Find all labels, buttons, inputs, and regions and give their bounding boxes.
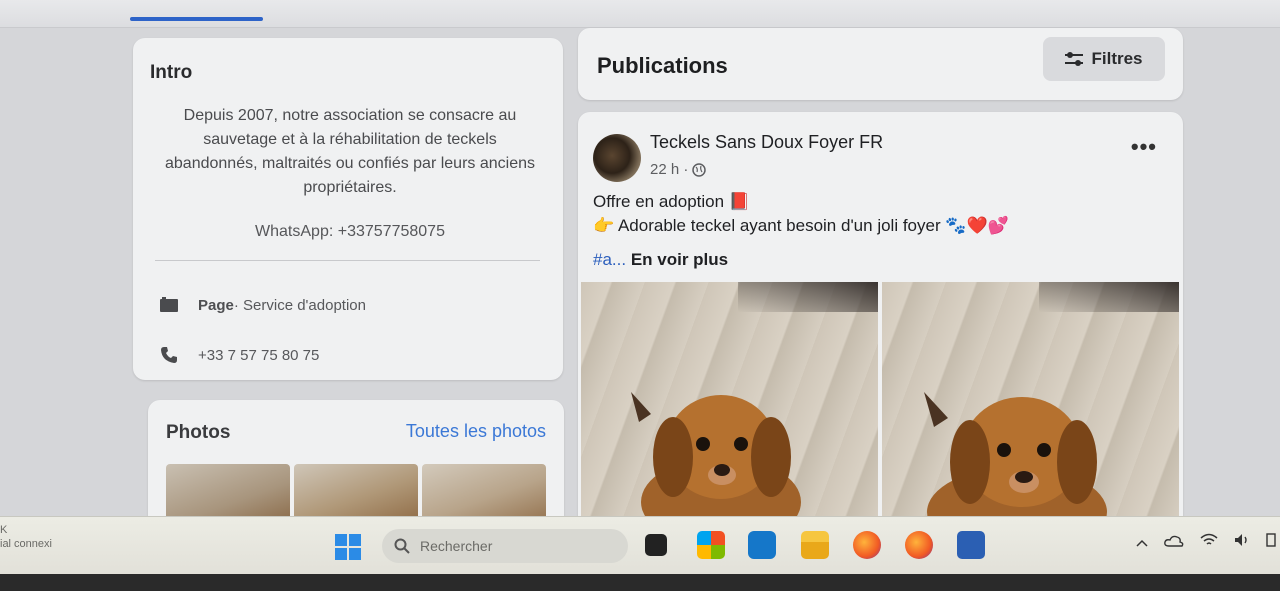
photo-thumbnails (166, 464, 546, 524)
photo-thumbnail[interactable] (422, 464, 546, 524)
profile-page: Intro Depuis 2007, notre association se … (0, 28, 1280, 540)
publications-title: Publications (597, 53, 728, 78)
photos-title: Photos (166, 422, 231, 443)
intro-divider (155, 260, 540, 261)
page-category: · Service d'adoption (233, 296, 366, 314)
taskbar-left-line-1: K (0, 524, 8, 536)
cloud-icon[interactable] (1164, 534, 1184, 550)
page-label: Page (198, 296, 234, 314)
battery-icon[interactable] (1266, 533, 1276, 550)
windows-taskbar: K ial connexi Rechercher (0, 516, 1280, 574)
intro-title: Intro (150, 62, 193, 83)
volume-icon[interactable] (1234, 533, 1250, 550)
microsoft-store-icon[interactable] (697, 531, 725, 559)
post-images (581, 282, 1179, 532)
post-card: Teckels Sans Doux Foyer FR 22 h · ••• Of… (578, 112, 1183, 532)
hashtag-link[interactable]: #a... (593, 250, 626, 269)
intro-bio: Depuis 2007, notre association se consac… (165, 107, 535, 196)
post-meta: 22 h · (650, 161, 707, 178)
file-explorer-icon[interactable] (801, 531, 829, 559)
post-options-icon[interactable]: ••• (1131, 134, 1157, 160)
flag-icon (158, 296, 180, 314)
image-shadow (1039, 282, 1179, 312)
page-avatar[interactable] (593, 134, 641, 182)
sliders-icon (1065, 52, 1084, 66)
post-image[interactable] (882, 282, 1179, 532)
intro-whatsapp: WhatsApp: +33757758075 (255, 223, 445, 240)
wifi-icon[interactable] (1200, 533, 1218, 550)
intro-card: Intro Depuis 2007, notre association se … (133, 38, 563, 380)
page-category-row: Page · Service d'adoption (158, 296, 366, 314)
post-author[interactable]: Teckels Sans Doux Foyer FR (650, 132, 883, 153)
firefox-icon-2[interactable] (905, 531, 933, 559)
task-view-icon[interactable] (645, 534, 667, 556)
puppy-illustration (631, 392, 801, 532)
filters-button[interactable]: Filtres (1043, 37, 1165, 81)
taskbar-search[interactable]: Rechercher (382, 529, 628, 563)
all-photos-link[interactable]: Toutes les photos (406, 421, 546, 442)
screen-bezel (0, 574, 1280, 591)
taskbar-left-text: K ial connexi (0, 523, 52, 551)
filters-label: Filtres (1091, 49, 1143, 68)
browser-tab-strip (0, 0, 1280, 28)
post-text-line-1: Offre en adoption 📕 (593, 192, 750, 211)
phone-icon (158, 346, 180, 364)
chevron-up-icon[interactable] (1136, 534, 1148, 550)
search-icon (394, 538, 410, 554)
active-tab-indicator (130, 17, 263, 21)
photo-thumbnail[interactable] (166, 464, 290, 524)
see-more-link[interactable]: En voir plus (626, 250, 728, 269)
phone-number[interactable]: +33 7 57 75 80 75 (198, 347, 319, 364)
system-tray (1136, 533, 1280, 550)
post-time[interactable]: 22 h · (650, 161, 688, 178)
firefox-icon[interactable] (853, 531, 881, 559)
post-image[interactable] (581, 282, 878, 532)
windows-start-icon[interactable] (335, 534, 361, 560)
photo-thumbnail[interactable] (294, 464, 418, 524)
taskbar-left-line-2: ial connexi (0, 538, 52, 550)
word-icon[interactable] (957, 531, 985, 559)
publications-header: Publications Filtres (578, 28, 1183, 100)
outlook-icon[interactable] (748, 531, 776, 559)
puppy-illustration (924, 392, 1107, 532)
post-text-line-3: #a... En voir plus (593, 250, 728, 270)
post-text-line-2: 👉 Adorable teckel ayant besoin d'un joli… (593, 216, 1009, 235)
search-placeholder: Rechercher (420, 538, 493, 554)
image-shadow (738, 282, 878, 312)
globe-icon (692, 162, 707, 177)
phone-row: +33 7 57 75 80 75 (158, 346, 319, 364)
